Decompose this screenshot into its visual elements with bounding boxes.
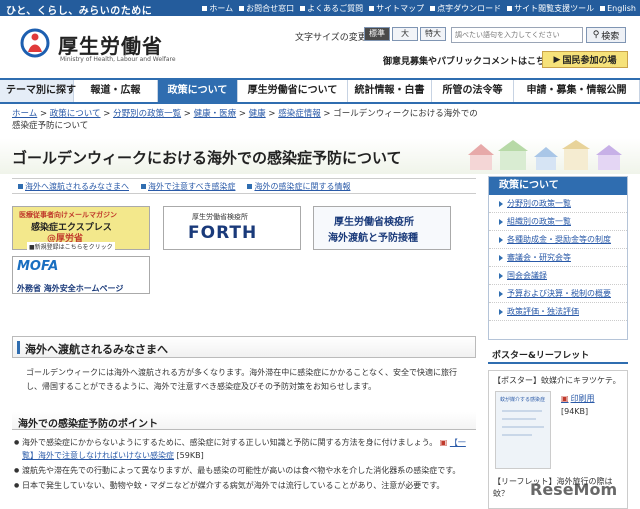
mail-icon [239, 6, 245, 11]
breadcrumb-policy-list[interactable]: 分野別の政策一覧 [113, 109, 181, 119]
breadcrumb-policy[interactable]: 政策について [50, 109, 101, 119]
breadcrumb: ホーム > 政策について > 分野別の政策一覧 > 健康・医療 > 健康 > 感… [12, 109, 478, 131]
fontsize-xlarge-button[interactable]: 特大 [420, 27, 446, 41]
nav-policy[interactable]: 政策について [158, 80, 238, 102]
thumb-line [502, 426, 544, 428]
nav-theme[interactable]: テーマ別に探す [0, 80, 76, 102]
top-utility-bar: ひと、くらし、みらいのために ホーム お問合せ窓口 よくあるご質問 サイトマップ… [0, 0, 640, 17]
util-link-home[interactable]: ホーム [202, 3, 233, 14]
section-heading: 海外へ渡航されるみなさまへ [12, 336, 476, 358]
breadcrumb-health[interactable]: 健康 [249, 109, 266, 119]
question-icon [300, 6, 306, 11]
global-nav: テーマ別に探す 報道・広報 政策について 厚生労働省について 統計情報・白書 所… [0, 78, 640, 104]
mofa-logo: MOFA [17, 259, 59, 274]
page-anchor-links: 海外へ渡航されるみなさまへ 海外で注意すべき感染症 海外の感染症に関する情報 [12, 178, 476, 194]
arrow-right-icon [499, 290, 503, 297]
page-title-area: ゴールデンウィークにおける海外での感染症予防について [0, 138, 640, 174]
arrow-right-icon [499, 200, 503, 207]
globe-icon [600, 6, 606, 11]
points-list: 海外で感染症にかからないようにするために、感染症に対する正しい知識と予防に関する… [14, 436, 476, 494]
join-button[interactable]: ▶ 国民参加の場 [542, 51, 628, 68]
poster-pdf-size: [94KB] [561, 407, 589, 416]
thumb-line [502, 434, 532, 436]
sidebar-policy: 政策について 分野別の政策一覧 組織別の政策一覧 各種助成金・奨励金等の制度 審… [488, 176, 628, 340]
nav-statistics[interactable]: 統計情報・白書 [348, 80, 432, 102]
mhlw-logo-icon[interactable] [20, 28, 50, 58]
banner-infection-express[interactable]: 医療従事者向けメールマガジン 感染症エクスプレス @厚労省 ■新規登録はこちらを… [12, 206, 150, 251]
util-link-accessibility[interactable]: サイト閲覧支援ツール [507, 3, 594, 14]
home-icon [202, 6, 208, 11]
braille-icon [430, 6, 436, 11]
util-link-braille[interactable]: 点字ダウンロード [430, 3, 501, 14]
site-tagline: ひと、くらし、みらいのために [6, 6, 153, 17]
poster-heading: ポスター&リーフレット [488, 348, 628, 364]
util-link-contact[interactable]: お問合せ窓口 [239, 3, 294, 14]
poster-title: 【ポスター】蚊媒介にキヲツケテ。 [493, 376, 621, 385]
nav-about[interactable]: 厚生労働省について [238, 80, 348, 102]
search-icon: ⚲ [592, 30, 600, 40]
arrow-right-icon [499, 236, 503, 243]
breadcrumb-health-medical[interactable]: 健康・医療 [194, 109, 237, 119]
houses-illustration [468, 140, 622, 170]
sidebar-item-evaluation[interactable]: 政策評価・独法評価 [489, 303, 627, 321]
fontsize-label: 文字サイズの変更 [295, 33, 367, 43]
sitemap-icon [369, 6, 375, 11]
anchor-diseases[interactable]: 海外で注意すべき感染症 [141, 181, 235, 192]
poster-pdf-link[interactable]: ▣ 印刷用 [561, 393, 595, 404]
square-bullet-icon [18, 183, 23, 189]
list-item: 渡航先や滞在先での行動によって異なりますが、最も感染の可能性が高いのは食べ物や水… [14, 464, 476, 477]
resemom-watermark: ReseMom [530, 480, 618, 499]
page-title: ゴールデンウィークにおける海外での感染症予防について [12, 149, 402, 167]
nav-press[interactable]: 報道・広報 [74, 80, 158, 102]
fontsize-large-button[interactable]: 大 [392, 27, 418, 41]
breadcrumb-home[interactable]: ホーム [12, 109, 37, 119]
square-bullet-icon [247, 183, 253, 189]
fontsize-standard-button[interactable]: 標準 [364, 27, 390, 41]
anchor-info[interactable]: 海外の感染症に関する情報 [247, 181, 350, 192]
arrow-right-icon: ▶ [553, 54, 561, 65]
list-item: 海外で感染症にかからないようにするために、感染症に対する正しい知識と予防に関する… [14, 436, 476, 462]
banner-quarantine-vaccination[interactable]: 厚生労働省検疫所 海外渡航と予防接種 [313, 206, 451, 250]
poster-thumbnail[interactable]: 蚊が媒介する感染症 [495, 391, 551, 469]
breadcrumb-infection[interactable]: 感染症情報 [278, 109, 321, 119]
accessibility-icon [507, 6, 513, 11]
banner-forth[interactable]: 厚生労働省検疫所 FORTH [163, 206, 301, 250]
arrow-right-icon [499, 272, 503, 279]
arrow-right-icon [499, 308, 503, 315]
nav-laws[interactable]: 所管の法令等 [432, 80, 514, 102]
sidebar-item-diet-records[interactable]: 国会会議録 [489, 267, 627, 285]
pdf-icon: ▣ [439, 438, 448, 447]
search-input[interactable] [451, 27, 583, 43]
pdf-icon: ▣ [561, 394, 569, 403]
util-link-faq[interactable]: よくあるご質問 [300, 3, 363, 14]
section-paragraph: ゴールデンウィークには海外へ渡航される方が多くなります。海外滞在中に感染症にかか… [26, 368, 457, 391]
logo-text[interactable]: 厚生労働省 [58, 30, 163, 59]
nav-applications[interactable]: 申請・募集・情報公開 [514, 80, 640, 102]
sidebar-item-grants[interactable]: 各種助成金・奨励金等の制度 [489, 231, 627, 249]
util-link-sitemap[interactable]: サイトマップ [369, 3, 424, 14]
thumb-line [502, 410, 542, 412]
thumb-line [502, 418, 536, 420]
opinion-link[interactable]: 御意見募集やパブリックコメントはこちら [383, 54, 554, 67]
sidebar-item-policy-by-field[interactable]: 分野別の政策一覧 [489, 195, 627, 213]
logo-subtitle: Ministry of Health, Labour and Welfare [60, 56, 176, 63]
arrow-right-icon [499, 254, 503, 261]
list-item: 日本で発生していない、動物や蚊・マダニなどが媒介する病気が海外では流行しているこ… [14, 479, 476, 492]
anchor-travelers[interactable]: 海外へ渡航されるみなさまへ [18, 181, 129, 192]
heading-bar [17, 341, 20, 354]
banner-mofa[interactable]: MOFA 外務省 海外安全ホームページ [12, 256, 150, 294]
sidebar-item-budget[interactable]: 予算および決算・税制の概要 [489, 285, 627, 303]
sidebar-item-councils[interactable]: 審議会・研究会等 [489, 249, 627, 267]
square-bullet-icon [141, 183, 146, 189]
site-header: 厚生労働省 Ministry of Health, Labour and Wel… [0, 16, 640, 78]
arrow-right-icon [499, 218, 503, 225]
utility-links: ホーム お問合せ窓口 よくあるご質問 サイトマップ 点字ダウンロード サイト閲覧… [202, 3, 636, 14]
util-link-english[interactable]: English [600, 3, 636, 14]
subsection-heading: 海外での感染症予防のポイント [12, 412, 476, 430]
sidebar-item-policy-by-org[interactable]: 組織別の政策一覧 [489, 213, 627, 231]
search-button[interactable]: ⚲ 検索 [586, 27, 626, 43]
sidebar-heading[interactable]: 政策について [489, 177, 627, 195]
